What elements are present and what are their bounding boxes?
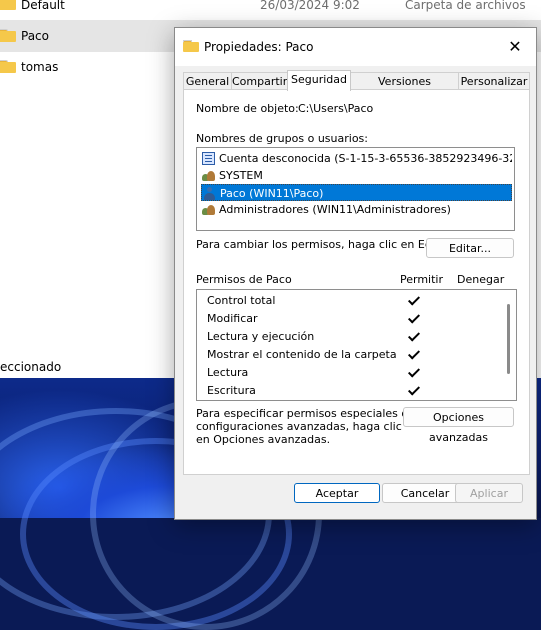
permission-row: Control total bbox=[207, 292, 507, 310]
special-permissions-text-3: en Opciones avanzadas. bbox=[196, 433, 331, 446]
file-name: Paco bbox=[21, 29, 49, 43]
checkmark-icon bbox=[407, 348, 420, 361]
security-panel: Nombre de objeto: C:\Users\Paco Nombres … bbox=[183, 89, 530, 475]
folder-icon bbox=[0, 29, 16, 42]
checkmark-icon bbox=[407, 384, 420, 397]
special-permissions-text-1: Para especificar permisos especiales o bbox=[196, 407, 409, 420]
permission-row: Modificar bbox=[207, 310, 507, 328]
tab-versiones-anteriores[interactable]: Versiones anteriores bbox=[350, 72, 459, 105]
folder-icon bbox=[183, 40, 199, 52]
close-icon[interactable]: ✕ bbox=[501, 34, 529, 60]
file-date: 26/03/2024 9:02 bbox=[260, 0, 360, 12]
deny-column-header: Denegar bbox=[457, 273, 505, 286]
object-name-value: C:\Users\Paco bbox=[298, 102, 374, 115]
tab-personalizar[interactable]: Personalizar bbox=[458, 72, 530, 90]
permissions-header: Permisos de Paco bbox=[196, 273, 292, 286]
list-item[interactable]: Default 26/03/2024 9:02 Carpeta de archi… bbox=[0, 0, 541, 22]
tab-general[interactable]: General bbox=[183, 72, 232, 90]
list-item-selected[interactable]: Paco (WIN11\Paco) bbox=[201, 184, 512, 201]
allow-column-header: Permitir bbox=[400, 273, 444, 286]
groups-label: Nombres de grupos o usuarios: bbox=[196, 132, 368, 145]
file-name: tomas bbox=[21, 60, 59, 74]
list-item[interactable]: Cuenta desconocida (S-1-15-3-65536-38529… bbox=[201, 150, 512, 167]
scrollbar-thumb[interactable] bbox=[507, 304, 510, 374]
folder-icon bbox=[0, 0, 16, 10]
user-icon bbox=[203, 187, 216, 200]
list-item[interactable]: SYSTEM bbox=[201, 167, 512, 184]
tab-compartir[interactable]: Compartir bbox=[231, 72, 288, 90]
special-permissions-text-2: configuraciones avanzadas, haga clic bbox=[196, 420, 402, 433]
dialog-titlebar[interactable]: Propiedades: Paco ✕ bbox=[175, 28, 536, 66]
checkmark-icon bbox=[407, 366, 420, 379]
properties-dialog: Propiedades: Paco ✕ General Compartir Se… bbox=[174, 27, 537, 520]
advanced-options-button[interactable]: Opciones avanzadas bbox=[403, 407, 514, 444]
tab-strip: General Compartir Seguridad Versiones an… bbox=[183, 70, 530, 105]
status-bar-text: eccionado bbox=[0, 360, 62, 374]
checkmark-icon bbox=[407, 294, 420, 307]
permission-row: Escritura bbox=[207, 382, 507, 400]
dialog-title: Propiedades: Paco bbox=[204, 40, 314, 54]
checkmark-icon bbox=[407, 312, 420, 325]
group-icon bbox=[202, 203, 215, 216]
change-permissions-text: Para cambiar los permisos, haga clic en … bbox=[196, 238, 453, 251]
permissions-list[interactable]: Control total Modificar Lectura y ejecuc… bbox=[196, 289, 517, 401]
permission-row: Lectura bbox=[207, 364, 507, 382]
edit-button[interactable]: Editar... bbox=[426, 238, 514, 258]
object-name-label: Nombre de objeto: bbox=[196, 102, 299, 115]
unknown-account-icon bbox=[202, 152, 215, 165]
groups-listbox[interactable]: Cuenta desconocida (S-1-15-3-65536-38529… bbox=[196, 147, 515, 231]
folder-icon bbox=[0, 60, 16, 73]
list-item[interactable]: Administradores (WIN11\Administradores) bbox=[201, 201, 512, 218]
apply-button[interactable]: Aplicar bbox=[455, 483, 523, 503]
ok-button[interactable]: Aceptar bbox=[294, 483, 380, 503]
file-type: Carpeta de archivos bbox=[405, 0, 526, 12]
group-icon bbox=[202, 169, 215, 182]
tab-seguridad[interactable]: Seguridad bbox=[287, 70, 351, 91]
checkmark-icon bbox=[407, 330, 420, 343]
permission-row: Mostrar el contenido de la carpeta bbox=[207, 346, 507, 364]
file-name: Default bbox=[21, 0, 65, 12]
permission-row: Lectura y ejecución bbox=[207, 328, 507, 346]
